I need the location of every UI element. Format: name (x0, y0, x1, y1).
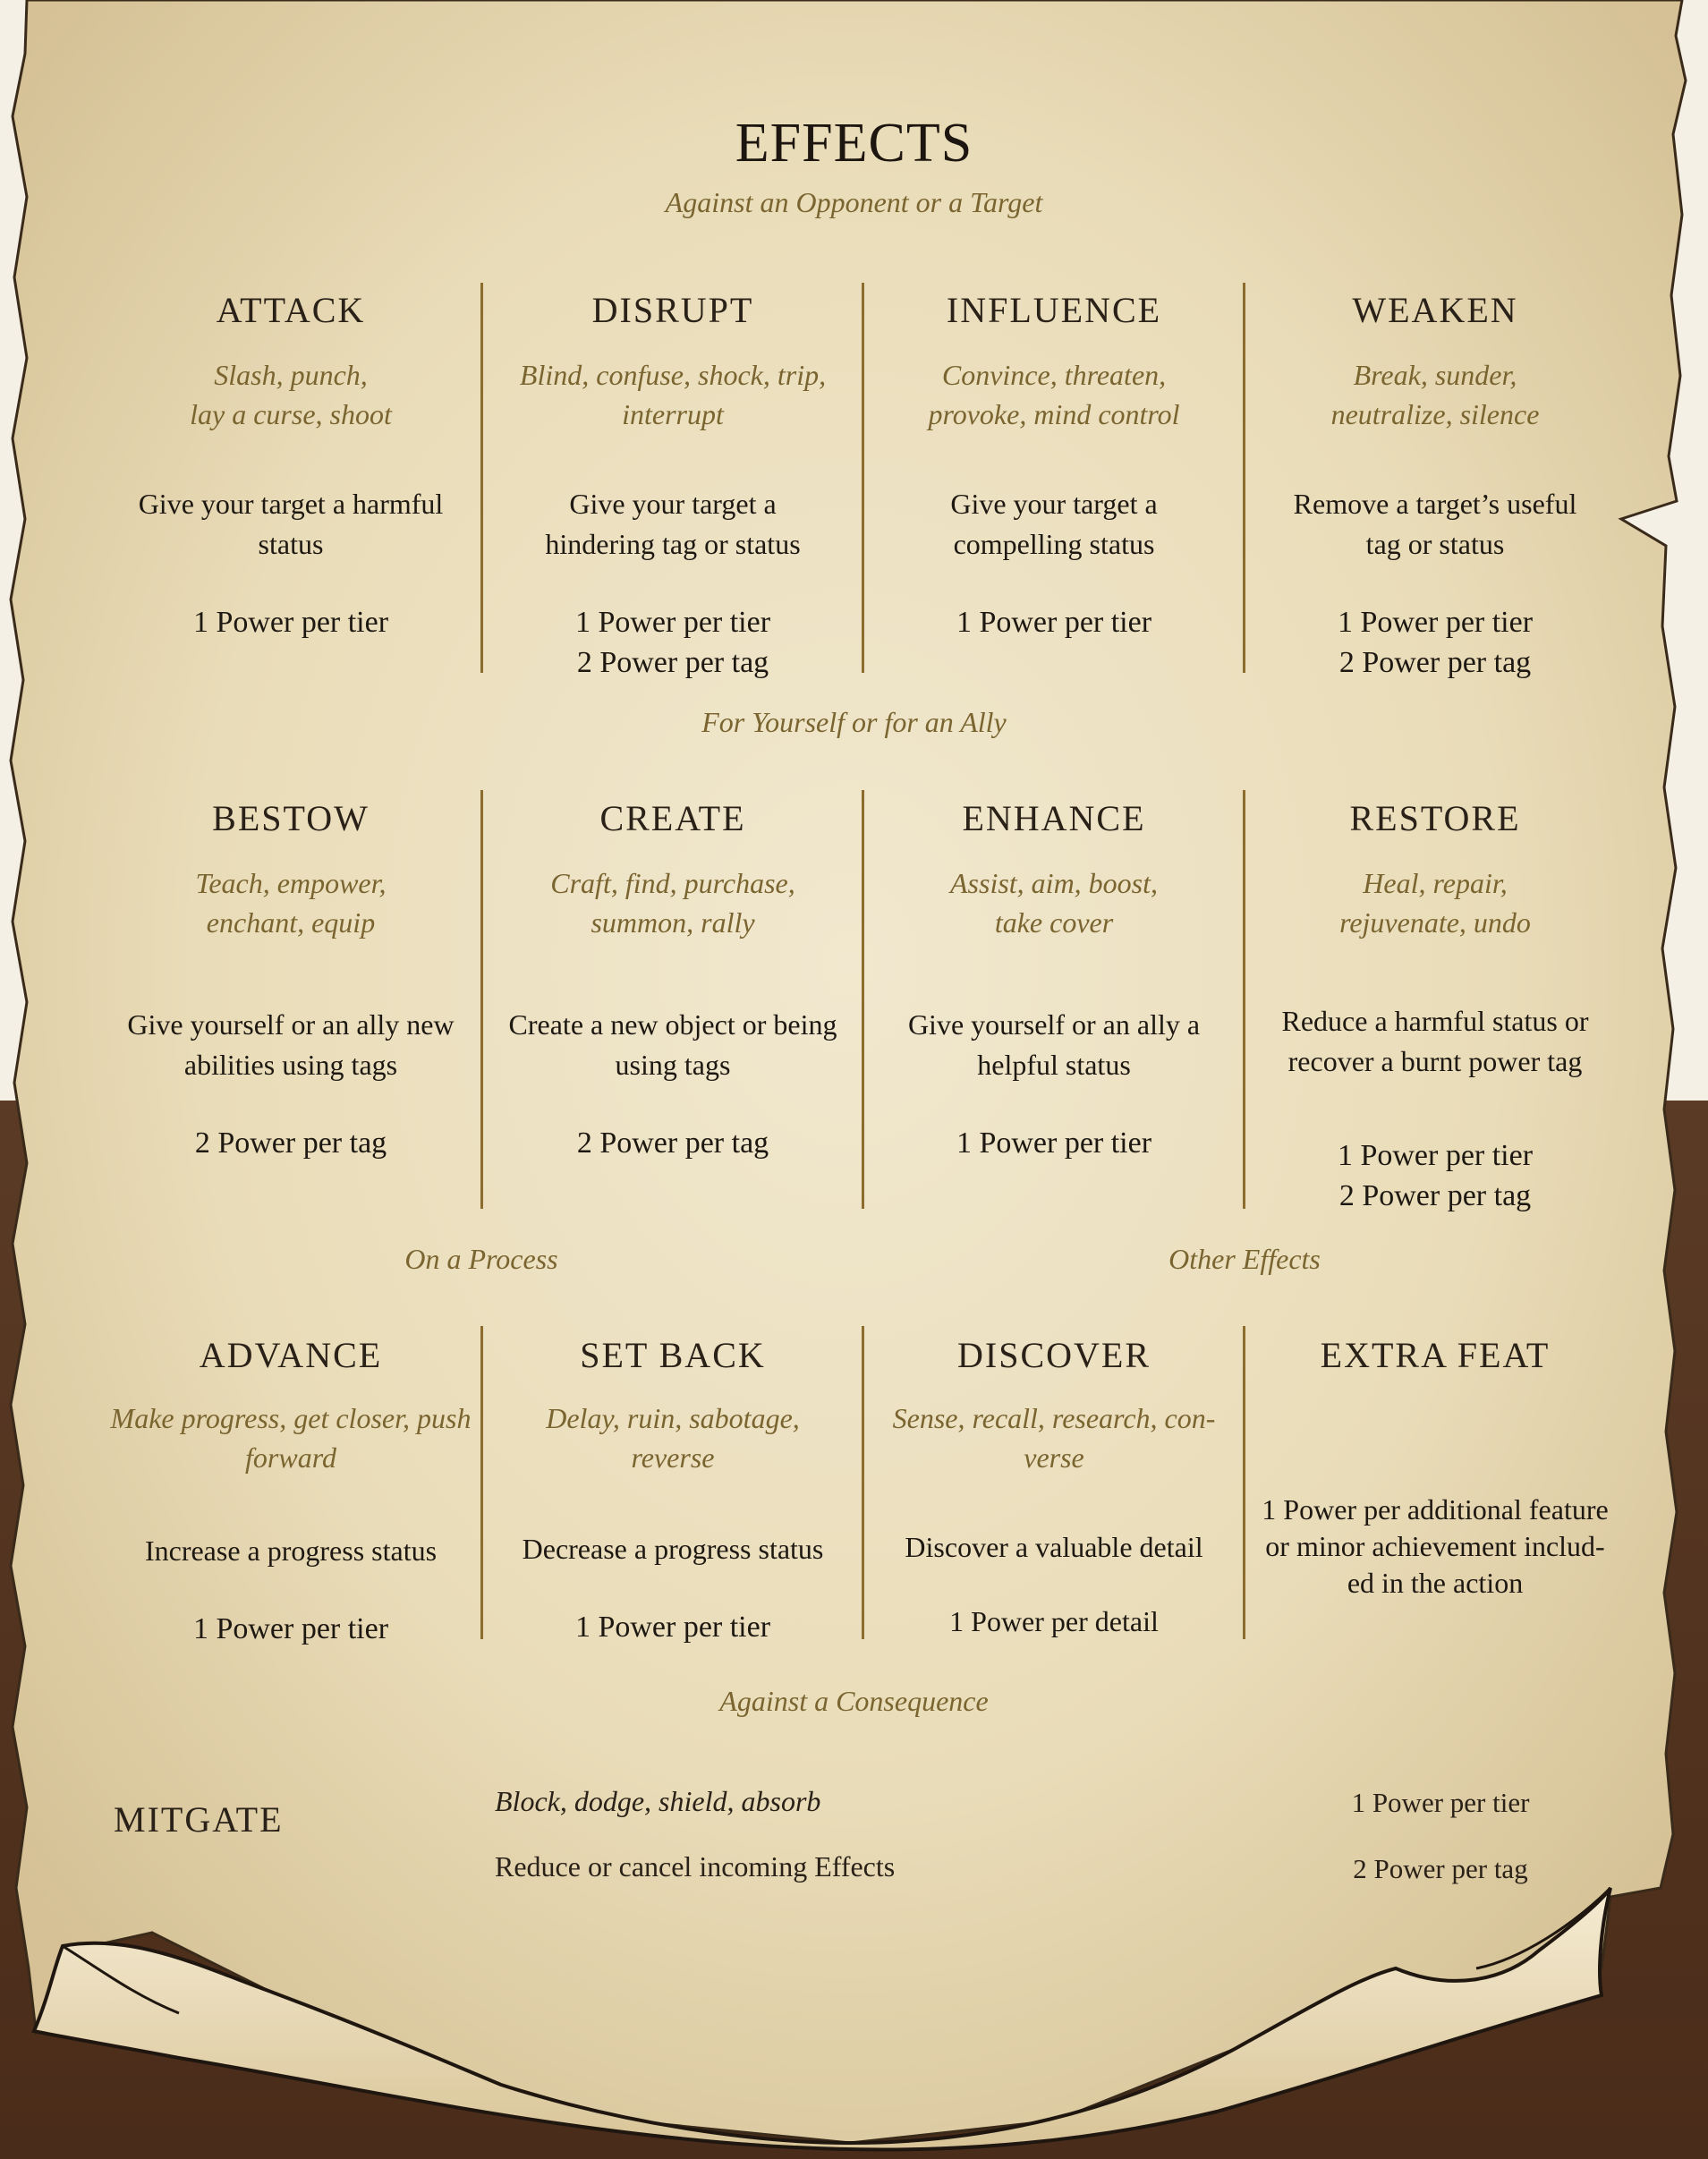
effect-cost: 2 Power per tag (194, 1126, 387, 1160)
effect-column-enhance: ENHANCE Assist, aim, boost, take cover Gi… (863, 794, 1245, 1163)
effect-examples: Convince, threaten, provoke, mind control (928, 359, 1180, 430)
effect-heading: EXTRA FEAT (1320, 1335, 1551, 1375)
effect-heading: INFLUENCE (946, 290, 1162, 330)
mitigate-examples: Block, dodge, shield, absorb (495, 1785, 821, 1817)
effect-examples: Blind, confuse, shock, trip, interrupt (519, 359, 827, 430)
effect-cost: 2 Power per tag (576, 1126, 769, 1160)
effect-column-advance: ADVANCE Make progress, get closer, push f… (100, 1330, 481, 1649)
effect-heading: BESTOW (212, 798, 370, 838)
effect-examples: Make progress, get closer, push forward (110, 1402, 472, 1474)
section-label-consequence: Against a Consequence (719, 1685, 989, 1717)
effect-description: Increase a progress status (144, 1534, 438, 1567)
effect-examples: Heal, repair, rejuvenate, undo (1339, 867, 1531, 939)
effect-cost: 1 Power per tier 2 Power per tag (1337, 606, 1534, 679)
section-label-opponent: Against an Opponent or a Target (665, 186, 1043, 218)
effect-examples: Assist, aim, boost, take cover (949, 867, 1159, 939)
effect-column-restore: RESTORE Heal, repair, rejuvenate, undo Re… (1245, 794, 1626, 1216)
effect-heading: RESTORE (1349, 798, 1521, 838)
effect-description: Give your target a hindering tag or statu… (545, 488, 801, 560)
effect-column-influence: INFLUENCE Convince, threaten, provoke, mi… (863, 285, 1245, 642)
effect-description: Give your target a compelling status (950, 488, 1158, 560)
effect-cost: 1 Power per tier (574, 1611, 771, 1644)
effect-column-disrupt: DISRUPT Blind, confuse, shock, trip, inte… (482, 285, 863, 683)
effect-column-extra-feat: EXTRA FEAT 1 Power per additional featur… (1245, 1330, 1626, 1602)
effect-examples: Delay, ruin, sabotage, reverse (546, 1402, 800, 1474)
effect-heading: ADVANCE (199, 1335, 383, 1375)
effect-examples: Teach, empower, enchant, equip (195, 867, 387, 939)
effect-description: Create a new object or being using tags (508, 1008, 837, 1081)
effect-heading: CREATE (599, 798, 746, 838)
effect-heading: SET BACK (580, 1335, 766, 1375)
effect-examples: Craft, find, purchase, summon, rally (550, 867, 795, 939)
effect-examples: Break, sunder, neutralize, silence (1330, 359, 1540, 430)
mitigate-cost-tier: 1 Power per tier (1351, 1787, 1530, 1818)
effect-heading: DISRUPT (591, 290, 754, 330)
mitigate-description: Reduce or cancel incoming Effects (495, 1850, 896, 1883)
effect-examples: Slash, punch, lay a curse, shoot (190, 359, 392, 430)
effect-column-bestow: BESTOW Teach, empower, enchant, equip Giv… (100, 794, 481, 1163)
section-label-other: Other Effects (1168, 1243, 1321, 1275)
effect-column-attack: ATTACK Slash, punch, lay a curse, shoot G… (100, 285, 481, 642)
effect-column-discover: DISCOVER Sense, recall, research, con-ve… (863, 1330, 1245, 1642)
effect-description: 1 Power per additional feature or minor … (1262, 1493, 1609, 1599)
effect-column-create: CREATE Craft, find, purchase, summon, ral… (482, 794, 863, 1163)
effect-cost: 1 Power per tier 2 Power per tag (574, 606, 771, 679)
effect-description: Give yourself or an ally a helpful status (907, 1008, 1201, 1081)
effect-column-set-back: SET BACK Delay, ruin, sabotage, reverse D… (482, 1330, 863, 1647)
effect-description: Remove a target’s useful tag or status (1293, 488, 1577, 560)
effect-description: Give your target a harmful status (138, 488, 444, 560)
effect-description: Reduce a harmful status or recover a burn… (1281, 1005, 1589, 1077)
effect-cost: 1 Power per detail (949, 1605, 1159, 1637)
mitigate-cost-tag: 2 Power per tag (1353, 1853, 1528, 1884)
effect-cost: 1 Power per tier (956, 1126, 1152, 1160)
effect-heading: ENHANCE (962, 798, 1146, 838)
section-label-ally: For Yourself or for an Ally (701, 706, 1007, 738)
mitigate-heading: MITGATE (114, 1799, 284, 1840)
effect-description: Discover a valuable detail (905, 1531, 1203, 1563)
effect-cost: 1 Power per tier (956, 606, 1152, 639)
page-title: EFFECTS (735, 113, 973, 174)
effect-description: Decrease a progress status (522, 1533, 824, 1565)
effect-column-weaken: WEAKEN Break, sunder, neutralize, silence… (1245, 285, 1626, 683)
effect-heading: WEAKEN (1352, 290, 1518, 330)
effect-heading: DISCOVER (956, 1335, 1151, 1375)
effect-cost: 1 Power per tier 2 Power per tag (1337, 1139, 1534, 1212)
effect-description: Give yourself or an ally new abilities us… (127, 1008, 455, 1081)
effect-cost: 1 Power per tier (192, 1612, 389, 1645)
effect-examples: Sense, recall, research, con-verse (892, 1402, 1216, 1474)
effect-heading: ATTACK (216, 290, 366, 330)
section-label-process: On a Process (404, 1243, 558, 1275)
effect-cost: 1 Power per tier (192, 606, 389, 639)
